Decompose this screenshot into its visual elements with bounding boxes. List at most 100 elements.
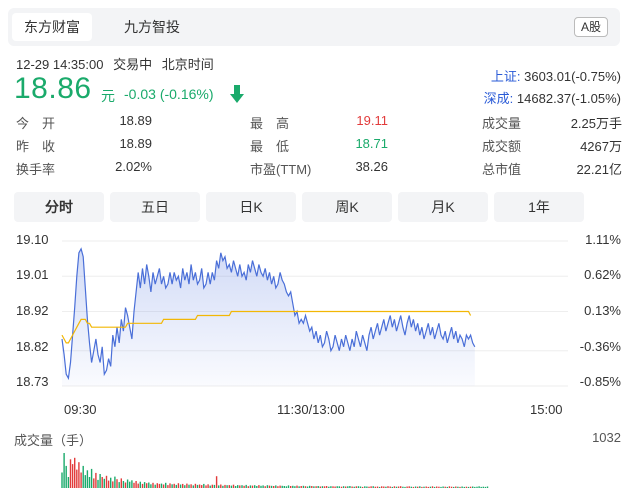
volume-bar <box>306 486 309 488</box>
volume-bar <box>67 477 70 488</box>
volume-bar <box>198 484 201 488</box>
volume-bar <box>230 485 233 488</box>
volume-bar <box>459 486 461 488</box>
volume-bar <box>309 485 311 488</box>
tab-daily-k[interactable]: 日K <box>206 192 296 222</box>
volume-bar <box>82 465 84 488</box>
volume-bar <box>304 486 307 488</box>
stat-amount-value: 4267万 <box>580 139 622 154</box>
volume-bar <box>391 486 393 488</box>
price-area <box>62 248 475 386</box>
volume-bar <box>436 486 438 488</box>
stat-marketcap-value: 22.21亿 <box>576 162 622 177</box>
volume-bar <box>359 486 362 488</box>
volume-bar <box>372 486 374 488</box>
volume-bar <box>364 486 366 488</box>
tab-one-year[interactable]: 1年 <box>494 192 584 222</box>
volume-bar <box>118 482 120 488</box>
intraday-price-chart[interactable] <box>0 226 641 406</box>
quote-datetime: 12-29 14:35:00 <box>16 57 104 72</box>
volume-bar <box>290 486 292 488</box>
volume-bar <box>313 486 315 488</box>
tab-weekly-k[interactable]: 周K <box>302 192 392 222</box>
volume-bar <box>461 486 463 488</box>
stat-low-label: 最 低 <box>250 139 290 154</box>
tab-five-day[interactable]: 五日 <box>110 192 200 222</box>
tab-jiufang[interactable]: 九方智投 <box>112 13 192 41</box>
volume-bar <box>294 486 296 488</box>
tab-monthly-k[interactable]: 月K <box>398 192 488 222</box>
volume-bar <box>393 486 396 488</box>
volume-bar <box>315 486 317 488</box>
volume-bar <box>402 486 404 488</box>
volume-bar <box>414 486 417 488</box>
volume-bar <box>455 486 457 488</box>
stat-high-label: 最 高 <box>250 116 290 131</box>
volume-bar <box>158 483 161 488</box>
volume-bar <box>421 486 423 488</box>
market-badge[interactable]: A股 <box>573 17 608 37</box>
volume-bar <box>162 484 165 488</box>
volume-bar <box>433 486 436 488</box>
volume-bar <box>201 485 203 488</box>
volume-bar <box>169 483 171 488</box>
volume-bar <box>450 486 453 488</box>
volume-bar <box>112 481 114 488</box>
volume-bar <box>355 486 357 488</box>
volume-bar <box>476 486 478 488</box>
volume-bar <box>463 486 465 488</box>
tab-intraday[interactable]: 分时 <box>14 192 104 222</box>
volume-bar <box>93 478 95 488</box>
index-shanghai[interactable]: 上证: 3603.01(-0.75%) <box>491 66 621 85</box>
volume-bar <box>370 486 372 488</box>
volume-bar <box>122 481 125 488</box>
quote-meta: 12-29 14:35:00 交易中 北京时间 <box>16 54 220 73</box>
volume-bar <box>171 484 173 488</box>
price-change-value: -0.03 <box>124 86 156 102</box>
volume-bar <box>408 486 410 488</box>
stat-low-value: 18.71 <box>355 136 388 151</box>
volume-bar <box>383 486 385 488</box>
stat-prevclose-value: 18.89 <box>119 136 152 151</box>
volume-bar <box>387 486 389 488</box>
volume-bar <box>368 486 370 488</box>
volume-bar <box>209 485 211 488</box>
price-change: -0.03 (-0.16%) <box>124 86 214 102</box>
volume-bar <box>465 486 468 488</box>
volume-bar <box>457 486 459 488</box>
volume-bar <box>340 486 343 488</box>
volume-bar <box>146 483 148 488</box>
volume-bar <box>353 486 355 488</box>
volume-bar <box>486 486 489 488</box>
volume-bar <box>317 486 319 488</box>
volume-bar <box>256 486 258 488</box>
tab-eastmoney[interactable]: 东方财富 <box>12 13 92 41</box>
volume-bar <box>474 486 476 488</box>
volume-bar <box>179 484 182 488</box>
index-shanghai-value: 3603.01(-0.75%) <box>524 69 621 84</box>
volume-chart[interactable] <box>0 449 641 489</box>
trading-status: 交易中 <box>113 57 153 72</box>
index-shenzhen-name: 深成: <box>483 91 514 106</box>
volume-bar <box>438 486 440 488</box>
volume-bar <box>260 485 262 488</box>
volume-bar <box>76 469 78 488</box>
volume-bar <box>63 453 65 488</box>
volume-bar <box>300 486 302 488</box>
volume-bar <box>285 486 288 488</box>
volume-bar <box>351 486 353 488</box>
volume-bar <box>207 484 209 488</box>
volume-bar <box>319 486 321 488</box>
volume-bar <box>357 486 360 488</box>
volume-bar <box>211 484 213 488</box>
volume-bar <box>268 485 271 488</box>
volume-bar <box>243 485 245 488</box>
volume-bar <box>133 482 135 488</box>
volume-bar <box>349 486 351 488</box>
index-shenzhen[interactable]: 深成: 14682.37(-1.05%) <box>484 88 621 107</box>
volume-bar <box>190 484 192 488</box>
volume-bar <box>292 485 294 488</box>
volume-bar <box>175 484 177 488</box>
volume-bar <box>281 485 283 488</box>
volume-bar <box>311 486 313 488</box>
